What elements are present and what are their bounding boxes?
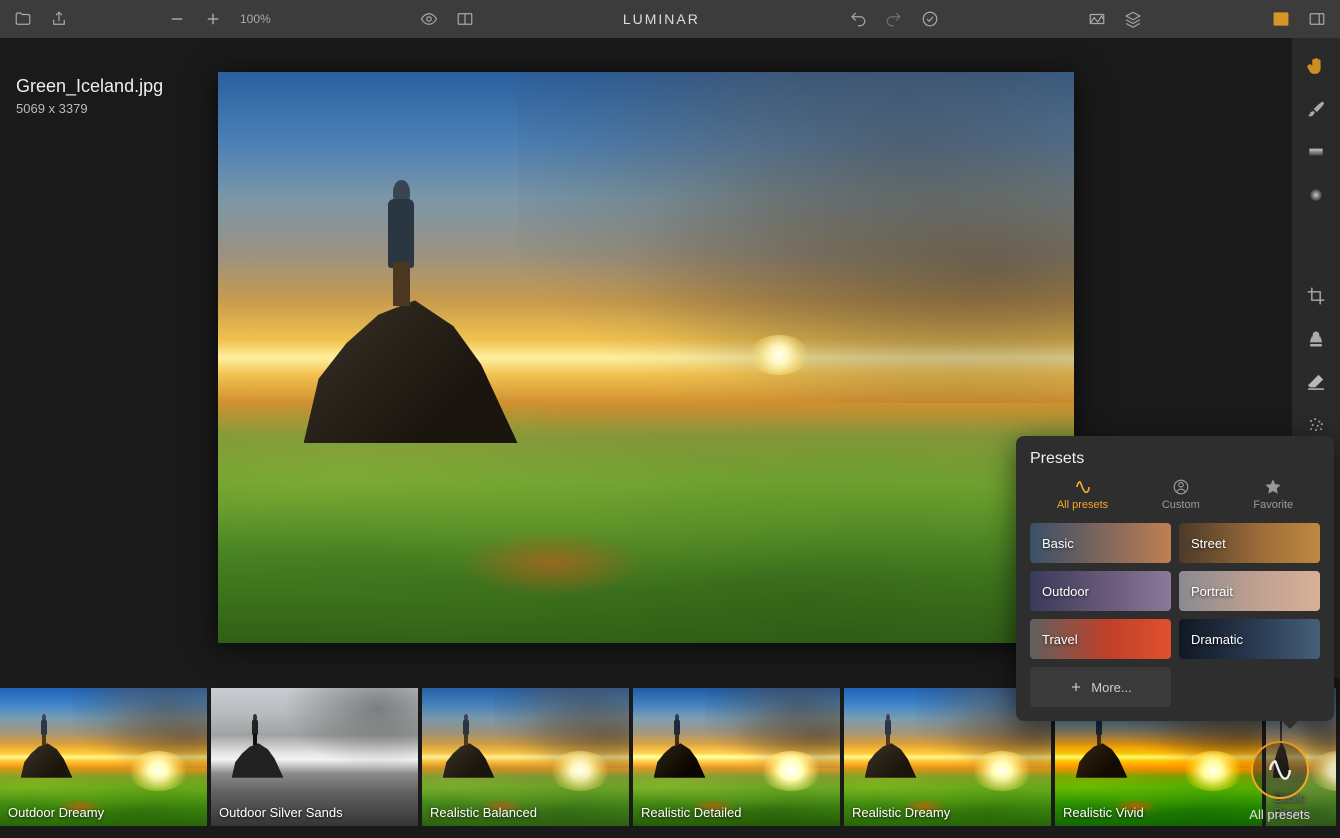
preview-eye-icon[interactable] [420,10,438,28]
preset-thumb-label: Outdoor Dreamy [8,805,104,820]
gradient-tool-icon[interactable] [1306,142,1326,167]
presets-tab-all[interactable]: All presets [1057,478,1108,511]
share-icon[interactable] [50,10,68,28]
preset-category-travel[interactable]: Travel [1030,619,1171,659]
zoom-out-icon[interactable] [168,10,186,28]
compare-split-icon[interactable] [456,10,474,28]
preset-thumb-label: Realistic Detailed [641,805,741,820]
all-presets-label: All presets [1249,807,1310,822]
clone-stamp-tool-icon[interactable] [1306,329,1326,354]
presets-tab-custom-label: Custom [1162,499,1200,511]
presets-tab-custom[interactable]: Custom [1162,478,1200,511]
preset-thumb-realistic-balanced[interactable]: Realistic Balanced [422,688,629,826]
presets-tabs: All presets Custom Favorite [1030,478,1320,511]
main-area: Green_Iceland.jpg 5069 x 3379 [0,38,1340,678]
file-info: Green_Iceland.jpg 5069 x 3379 [16,76,163,116]
preset-thumb-outdoor-dreamy[interactable]: Outdoor Dreamy [0,688,207,826]
hand-tool-icon[interactable] [1306,56,1326,81]
file-name: Green_Iceland.jpg [16,76,163,97]
app-title: LUMINAR [623,11,700,27]
preset-category-portrait[interactable]: Portrait [1179,571,1320,611]
presets-tab-favorite[interactable]: Favorite [1253,478,1293,511]
preset-thumb-outdoor-silver-sands[interactable]: Outdoor Silver Sands [211,688,418,826]
preset-category-outdoor[interactable]: Outdoor [1030,571,1171,611]
presets-tab-all-label: All presets [1057,499,1108,511]
presets-categories-grid: Basic Street Outdoor Portrait Travel Dra… [1030,523,1320,707]
preset-thumb-label: Realistic Dreamy [852,805,950,820]
presets-more-button[interactable]: More... [1030,667,1171,707]
preset-thumb-realistic-detailed[interactable]: Realistic Detailed [633,688,840,826]
all-presets-button[interactable]: All presets [1249,741,1310,822]
preset-thumb-label: Realistic Balanced [430,805,537,820]
zoom-in-icon[interactable] [204,10,222,28]
redo-icon[interactable] [885,10,903,28]
undo-icon[interactable] [849,10,867,28]
top-toolbar: 100% LUMINAR [0,0,1340,38]
preset-category-dramatic[interactable]: Dramatic [1179,619,1320,659]
file-dimensions: 5069 x 3379 [16,101,163,116]
presets-panel-title: Presets [1030,450,1320,468]
preset-thumb-label: Realistic Vivid [1063,805,1144,820]
brush-tool-icon[interactable] [1306,99,1326,124]
presets-more-label: More... [1091,680,1131,695]
zoom-level-label[interactable]: 100% [240,12,271,26]
history-check-icon[interactable] [921,10,939,28]
presets-panel: Presets All presets Custom Favorite Basi… [1016,436,1334,721]
all-presets-circle[interactable] [1251,741,1309,799]
preset-category-basic[interactable]: Basic [1030,523,1171,563]
preset-category-street[interactable]: Street [1179,523,1320,563]
side-panel-toggle-icon[interactable] [1308,10,1326,28]
main-photo[interactable] [218,72,1074,643]
presets-tab-favorite-label: Favorite [1253,499,1293,511]
preset-thumb-label: Outdoor Silver Sands [219,805,343,820]
crop-tool-icon[interactable] [1306,286,1326,311]
layers-icon[interactable] [1124,10,1142,28]
presets-panel-toggle-icon[interactable] [1272,10,1290,28]
radial-tool-icon[interactable] [1306,185,1326,210]
eraser-tool-icon[interactable] [1306,372,1326,397]
histogram-icon[interactable] [1088,10,1106,28]
open-folder-icon[interactable] [14,10,32,28]
